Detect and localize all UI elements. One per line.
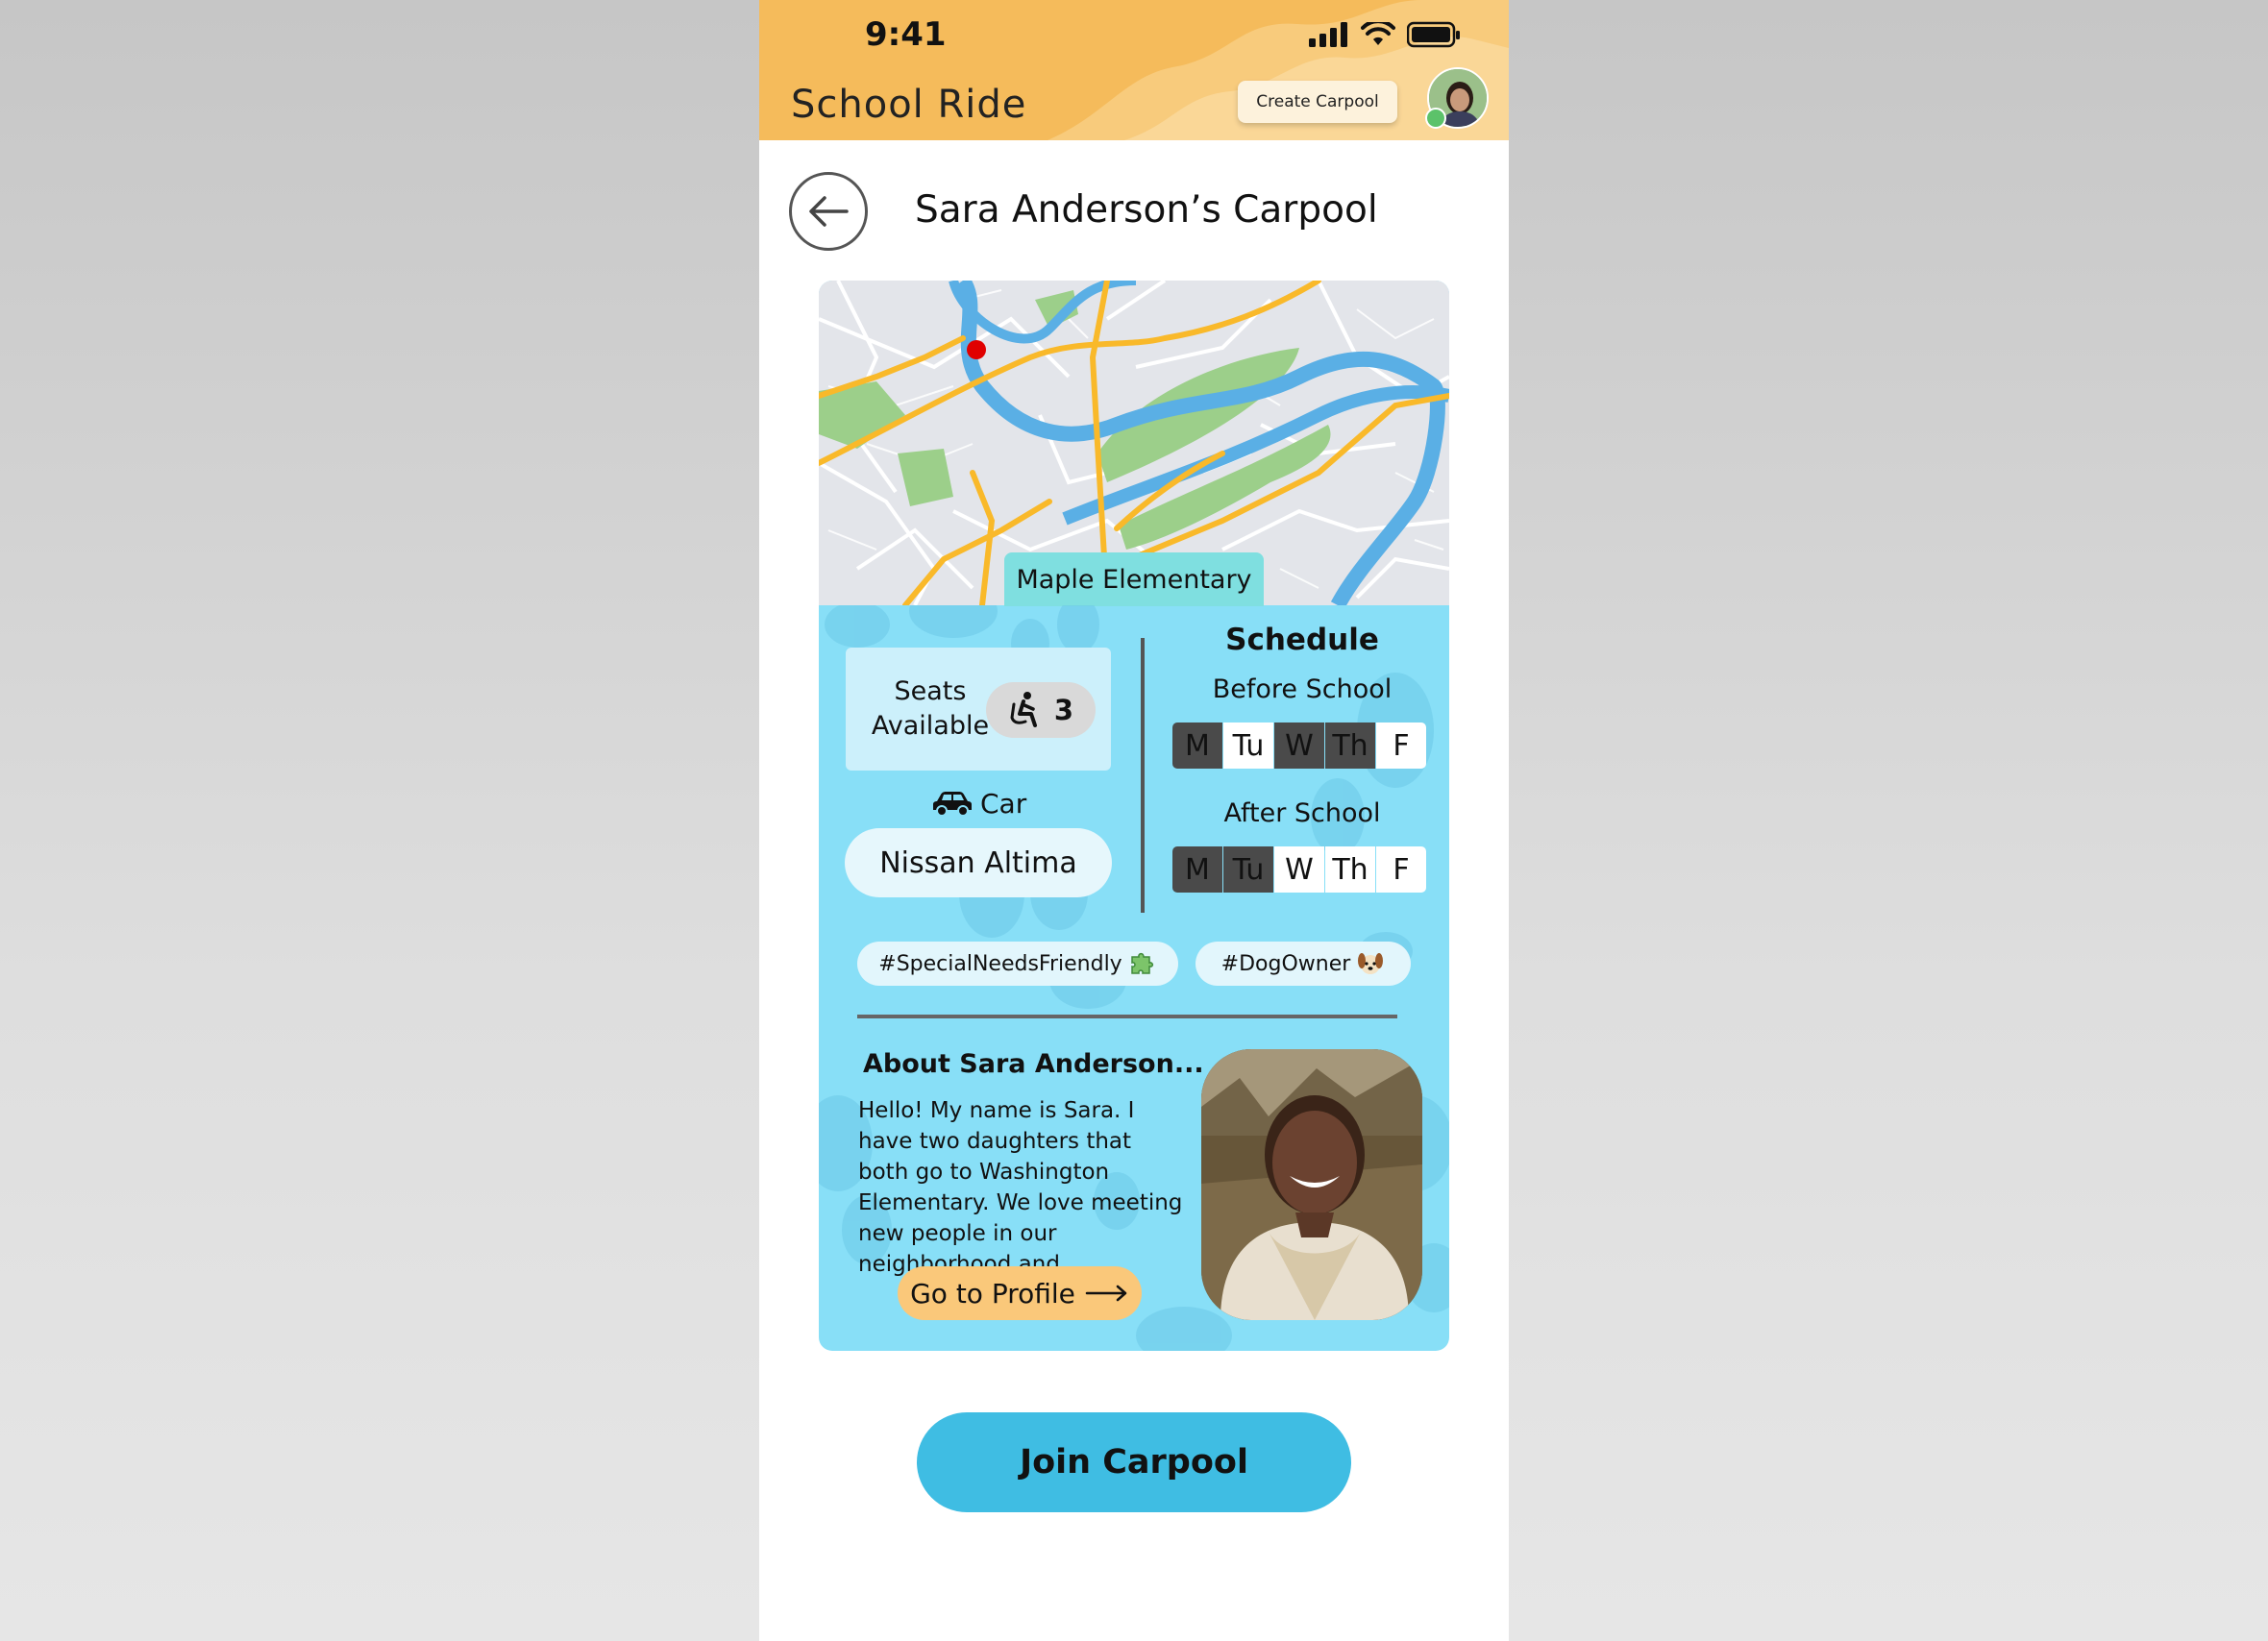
- profile-photo: [1201, 1049, 1422, 1320]
- wifi-icon: [1361, 22, 1395, 45]
- day-cell: W: [1274, 846, 1324, 893]
- tag-text: #DogOwner: [1220, 951, 1351, 976]
- app-title: School Ride: [791, 83, 1027, 127]
- before-school-days: M Tu W Th F: [1172, 723, 1426, 769]
- status-time: 9:41: [865, 15, 947, 54]
- seats-count: 3: [1053, 694, 1074, 726]
- puzzle-piece-icon: [1130, 952, 1153, 974]
- page-title: Sara Anderson’s Carpool: [915, 188, 1378, 232]
- arrow-right-icon: [1085, 1285, 1127, 1302]
- car-model: Nissan Altima: [845, 828, 1112, 897]
- car-label: Car: [980, 788, 1027, 820]
- arrow-left-icon: [809, 196, 849, 227]
- car-label-row: Car: [930, 788, 1026, 820]
- day-cell: F: [1376, 723, 1426, 769]
- status-icons: [1309, 21, 1461, 48]
- avatar-badge: [1425, 108, 1446, 129]
- tag-special-needs[interactable]: #SpecialNeedsFriendly: [857, 942, 1178, 986]
- about-text: Hello! My name is Sara. I have two daugh…: [858, 1098, 1183, 1277]
- carpool-card: Maple Elementary Seats Available 3 Car N…: [819, 281, 1449, 1351]
- signal-icon: [1309, 22, 1347, 47]
- back-button[interactable]: [789, 172, 868, 251]
- dog-face-icon: [1358, 953, 1384, 974]
- tag-text: #SpecialNeedsFriendly: [878, 951, 1122, 976]
- day-cell: Th: [1325, 723, 1375, 769]
- day-cell: Tu: [1223, 846, 1273, 893]
- day-cell: Tu: [1223, 723, 1273, 769]
- map-pin-marker[interactable]: [967, 340, 986, 359]
- join-carpool-button[interactable]: Join Carpool: [917, 1412, 1351, 1512]
- day-cell: M: [1172, 723, 1222, 769]
- seated-person-icon: [1010, 692, 1037, 727]
- schedule-title: Schedule: [1225, 623, 1379, 657]
- day-cell: M: [1172, 846, 1222, 893]
- after-school-days: M Tu W Th F: [1172, 846, 1426, 893]
- seats-label: Seats Available: [871, 676, 990, 741]
- app-header: 9:41 School Ride Create Carpool: [759, 0, 1509, 140]
- go-to-profile-button[interactable]: Go to Profile: [898, 1266, 1142, 1320]
- day-cell: F: [1376, 846, 1426, 893]
- seats-count-pill: 3: [986, 682, 1096, 738]
- profile-portrait: [1201, 1049, 1422, 1320]
- horizontal-divider: [857, 1015, 1397, 1018]
- go-to-profile-label: Go to Profile: [910, 1277, 1075, 1310]
- after-school-label: After School: [1223, 798, 1381, 828]
- vertical-divider: [1141, 638, 1145, 913]
- before-school-label: Before School: [1212, 674, 1393, 704]
- tag-dog-owner[interactable]: #DogOwner: [1196, 942, 1411, 986]
- seats-available-box: Seats Available 3: [846, 648, 1111, 771]
- car-icon: [933, 791, 972, 817]
- battery-icon: [1407, 21, 1460, 48]
- about-title: About Sara Anderson...: [863, 1049, 1204, 1079]
- school-label: Maple Elementary: [1004, 552, 1264, 606]
- day-cell: W: [1274, 723, 1324, 769]
- day-cell: Th: [1325, 846, 1375, 893]
- create-carpool-button[interactable]: Create Carpool: [1238, 81, 1397, 123]
- phone-screen: 9:41 School Ride Create Carpool Sara And…: [759, 0, 1509, 1641]
